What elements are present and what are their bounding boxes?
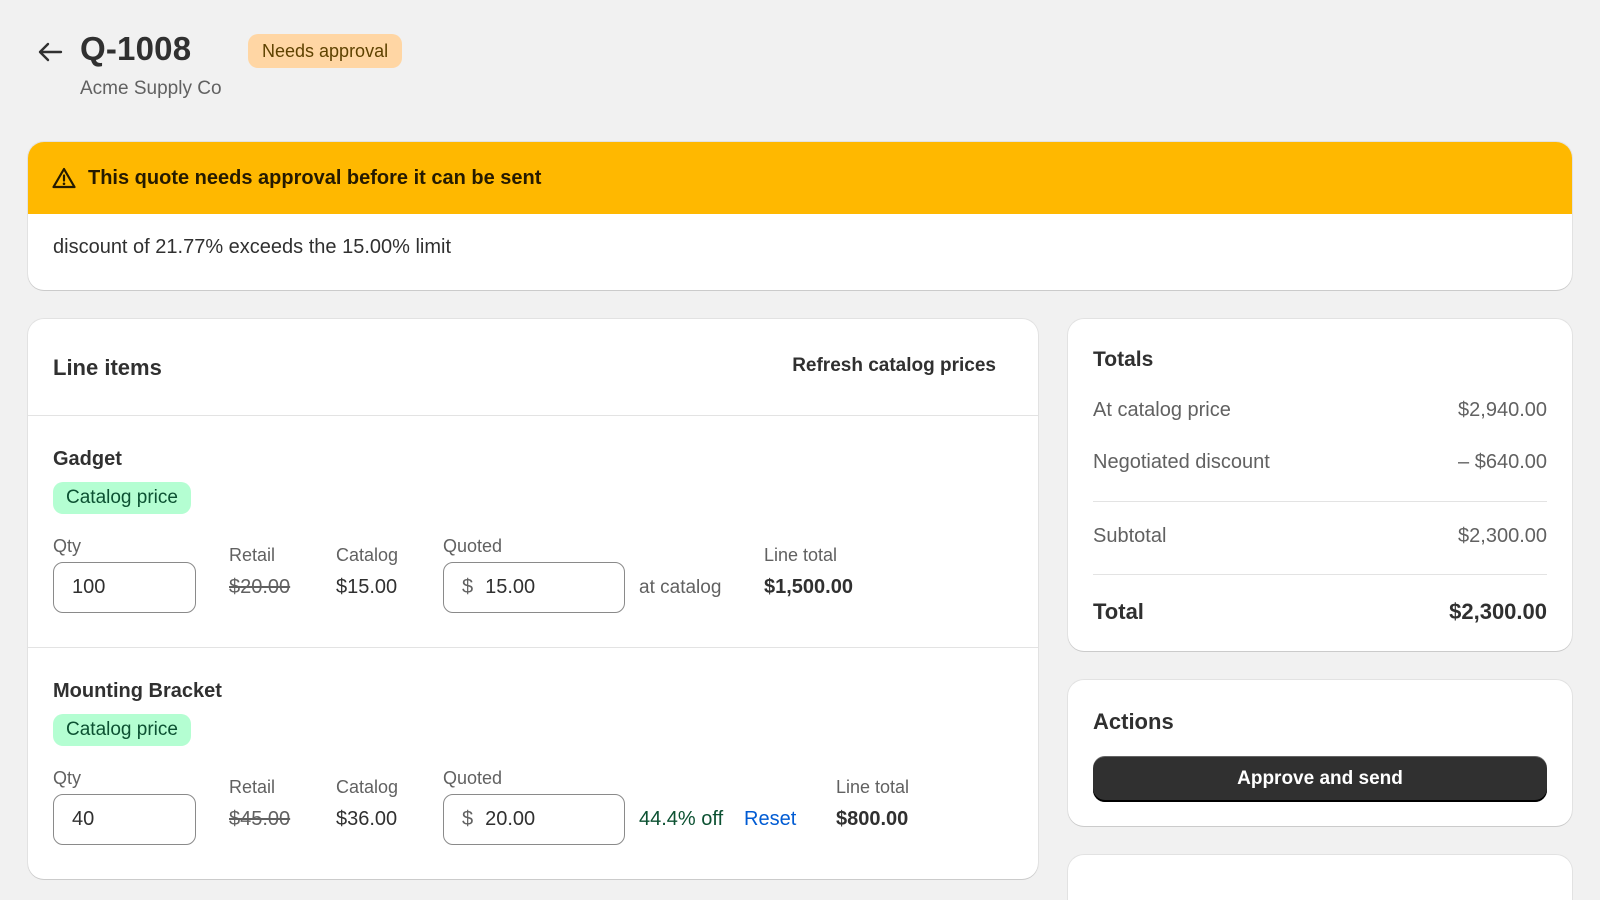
reset-price-link[interactable]: Reset	[744, 808, 796, 831]
line-item-name: Gadget	[53, 448, 122, 470]
total-label: Total	[1093, 599, 1144, 624]
quoted-label: Quoted	[443, 536, 503, 556]
catalog-price-badge: Catalog price	[53, 714, 191, 746]
quoted-label: Quoted	[443, 768, 503, 788]
refresh-catalog-prices-button[interactable]: Refresh catalog prices	[792, 355, 996, 377]
line-items-header: Line items Refresh catalog prices	[28, 319, 1038, 416]
retail-label: Retail	[229, 777, 276, 797]
line-total-value: $800.00	[836, 808, 909, 830]
discount-row: Negotiated discount – $640.00	[1093, 451, 1547, 474]
at-catalog-label: At catalog price	[1093, 399, 1231, 421]
qty-value: 40	[72, 808, 95, 830]
totals-divider	[1093, 501, 1547, 502]
line-item-name: Mounting Bracket	[53, 680, 222, 702]
banner-header: This quote needs approval before it can …	[28, 142, 1572, 214]
subtotal-row: Subtotal $2,300.00	[1093, 525, 1547, 548]
line-total-label: Line total	[764, 545, 838, 565]
line-item: Gadget Catalog price Qty 100 Retail $20.…	[28, 416, 1038, 648]
catalog-price-badge: Catalog price	[53, 482, 191, 514]
retail-label: Retail	[229, 545, 276, 565]
actions-card: Actions Approve and send	[1068, 680, 1572, 826]
at-catalog-row: At catalog price $2,940.00	[1093, 399, 1547, 422]
retail-value: $45.00	[229, 808, 291, 830]
approval-banner: This quote needs approval before it can …	[28, 142, 1572, 290]
status-badge: Needs approval	[248, 34, 403, 68]
currency-prefix: $	[462, 808, 474, 830]
total-row: Total $2,300.00	[1093, 599, 1547, 625]
arrow-left-icon	[38, 42, 63, 62]
line-total-label: Line total	[836, 777, 910, 797]
currency-prefix: $	[462, 576, 474, 598]
subtotal-value: $2,300.00	[1458, 525, 1547, 547]
approve-and-send-button[interactable]: Approve and send	[1093, 756, 1547, 802]
quoted-value: 15.00	[485, 576, 536, 598]
totals-card: Totals At catalog price $2,940.00 Negoti…	[1068, 319, 1572, 651]
qty-label: Qty	[53, 768, 82, 788]
line-items-title: Line items	[53, 355, 162, 380]
banner-title: This quote needs approval before it can …	[88, 166, 542, 189]
additional-card	[1068, 855, 1572, 900]
total-value: $2,300.00	[1449, 599, 1547, 624]
catalog-label: Catalog	[336, 545, 399, 565]
line-total-value: $1,500.00	[764, 576, 853, 598]
customer-name: Acme Supply Co	[80, 78, 222, 99]
at-catalog-value: $2,940.00	[1458, 399, 1547, 421]
qty-input[interactable]: 40	[53, 794, 196, 845]
discount-percent-text: 44.4% off	[639, 808, 724, 830]
totals-divider	[1093, 574, 1547, 575]
catalog-label: Catalog	[336, 777, 399, 797]
quoted-value: 20.00	[485, 808, 536, 830]
actions-title: Actions	[1093, 709, 1174, 734]
qty-input[interactable]: 100	[53, 562, 196, 613]
catalog-value: $15.00	[336, 576, 398, 598]
totals-title: Totals	[1093, 348, 1154, 371]
subtotal-label: Subtotal	[1093, 525, 1167, 547]
catalog-value: $36.00	[336, 808, 398, 830]
retail-value: $20.00	[229, 576, 291, 598]
page-title: Q-1008	[80, 30, 192, 67]
discount-value: – $640.00	[1458, 451, 1547, 473]
qty-label: Qty	[53, 536, 82, 556]
price-note: at catalog	[639, 577, 722, 598]
qty-value: 100	[72, 576, 106, 598]
line-item: Mounting Bracket Catalog price Qty 40 Re…	[28, 648, 1038, 880]
quoted-price-input[interactable]: $ 15.00	[443, 562, 625, 613]
quoted-price-input[interactable]: $ 20.00	[443, 794, 625, 845]
warning-icon	[52, 167, 76, 189]
line-items-card: Line items Refresh catalog prices Gadget…	[28, 319, 1038, 879]
back-button[interactable]	[36, 38, 64, 66]
discount-label: Negotiated discount	[1093, 451, 1270, 473]
banner-message: discount of 21.77% exceeds the 15.00% li…	[53, 236, 452, 258]
